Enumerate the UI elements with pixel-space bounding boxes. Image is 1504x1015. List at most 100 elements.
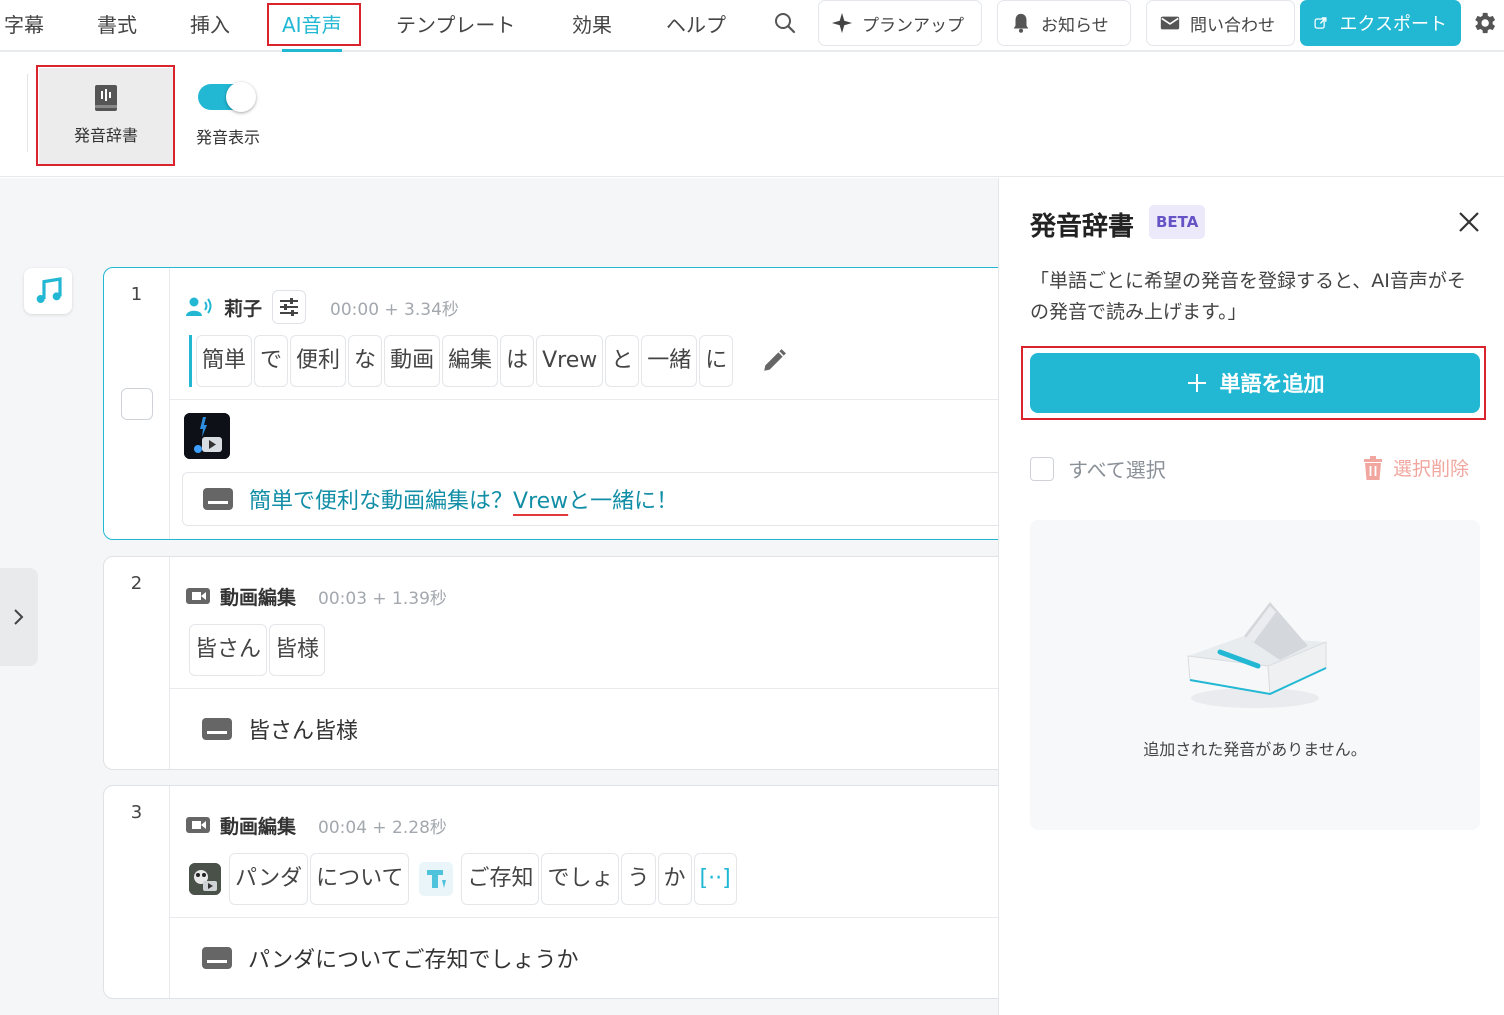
word-chips: 簡単 で 便利 な 動画 編集 は Vrew と 一緒 に <box>189 335 787 387</box>
toolbar-divider <box>27 74 28 152</box>
speaker-name[interactable]: 莉子 <box>224 294 262 321</box>
text-insert-icon[interactable] <box>419 862 454 896</box>
clip-header: 動画編集 00:03 + 1.39秒 <box>186 581 447 611</box>
clip-header: 莉子 00:00 + 3.34秒 <box>186 290 459 324</box>
menu-item-insert[interactable]: 挿入 <box>190 0 230 50</box>
close-icon[interactable] <box>1455 208 1483 236</box>
add-word-label: 単語を追加 <box>1219 372 1325 396</box>
clip-number: 2 <box>104 557 170 769</box>
empty-message: 追加された発音がありません。 <box>1143 740 1367 759</box>
export-label: エクスポート <box>1339 14 1447 35</box>
toolbar: 発音辞書 発音表示 <box>0 52 1504 177</box>
pronunciation-display-toggle[interactable]: 発音表示 <box>188 82 268 148</box>
subtitle-text[interactable]: 簡単で便利な動画編集は？Vrewと一緒に！ <box>249 483 678 515</box>
menu-item-help[interactable]: ヘルプ <box>666 0 726 50</box>
clip-timing: 00:04 + 2.28秒 <box>318 817 447 838</box>
sparkle-icon <box>831 12 853 34</box>
pronunciation-dictionary-label: 発音辞書 <box>73 126 138 145</box>
menu-item-subtitles[interactable]: 字幕 <box>4 0 44 50</box>
gear-icon[interactable] <box>1470 9 1498 41</box>
trash-icon <box>1364 455 1382 480</box>
panda-clip-thumbnail[interactable] <box>189 863 221 895</box>
clip-card-3[interactable]: 3 動画編集 00:04 + 2.28秒 パンダ について ご存知 でしょ う … <box>103 785 998 999</box>
notice-button[interactable]: お知らせ <box>997 0 1131 46</box>
word-chip[interactable]: 一緒 <box>641 335 698 387</box>
search-icon[interactable] <box>773 11 797 39</box>
plan-up-label: プランアップ <box>862 15 964 36</box>
clip-card-1[interactable]: 1 莉子 00:00 + 3.34秒 簡単 で 便利 な 動画 編集 は Vre… <box>103 267 998 540</box>
clip-editor: 1 莉子 00:00 + 3.34秒 簡単 で 便利 な 動画 編集 は Vre… <box>0 178 998 1015</box>
word-chip[interactable]: で <box>254 335 289 387</box>
select-all-checkbox[interactable] <box>1030 456 1054 481</box>
menu-item-template[interactable]: テンプレート <box>396 0 515 50</box>
subtitle-icon <box>202 718 232 740</box>
select-all-control[interactable]: すべて選択 <box>1030 454 1166 483</box>
word-chip[interactable]: と <box>605 335 640 387</box>
pencil-icon[interactable] <box>761 348 787 374</box>
open-book-icon <box>1187 602 1327 708</box>
subtitle-icon <box>202 947 232 969</box>
speaker-name[interactable]: 動画編集 <box>220 583 296 610</box>
word-chip[interactable]: は <box>500 335 535 387</box>
toggle-switch[interactable] <box>198 82 258 112</box>
word-chip[interactable]: う <box>621 853 656 905</box>
word-chips: パンダ について ご存知 でしょ う か [··] <box>189 853 737 905</box>
word-chip[interactable]: 皆様 <box>269 624 326 676</box>
plus-icon <box>1187 374 1206 392</box>
export-button[interactable]: エクスポート <box>1300 0 1461 46</box>
empty-state: 追加された発音がありません。 <box>1030 520 1480 830</box>
delete-selected-button[interactable]: 選択削除 <box>1361 454 1469 481</box>
select-all-label: すべて選択 <box>1068 458 1166 482</box>
video-camera-icon <box>186 817 210 833</box>
beta-badge: BETA <box>1149 205 1206 239</box>
mail-icon <box>1160 16 1180 30</box>
menu-item-ai-voice[interactable]: AI音声 <box>282 0 342 52</box>
menu-item-format[interactable]: 書式 <box>97 0 137 50</box>
subtitle-text[interactable]: パンダについてご存知でしょうか <box>248 942 578 974</box>
plan-up-button[interactable]: プランアップ <box>818 0 982 46</box>
video-thumbnail[interactable] <box>184 413 230 459</box>
sliders-icon <box>280 298 299 316</box>
word-chip[interactable]: な <box>348 335 383 387</box>
panel-title: 発音辞書 <box>1030 212 1135 242</box>
word-chip[interactable]: か <box>657 853 692 905</box>
word-chip[interactable]: 編集 <box>442 335 499 387</box>
export-icon <box>1314 17 1327 29</box>
word-chip[interactable]: Vrew <box>536 335 604 387</box>
word-chip[interactable]: でしょ <box>541 853 620 905</box>
menu-bar: 字幕 書式 挿入 AI音声 テンプレート 効果 ヘルプ プランアップ お知らせ … <box>0 0 1504 52</box>
word-chip[interactable]: について <box>310 853 410 905</box>
dictionary-book-icon <box>95 85 117 111</box>
pronunciation-dictionary-button[interactable]: 発音辞書 <box>39 68 173 164</box>
word-chip[interactable]: 動画 <box>384 335 441 387</box>
menu-item-effects[interactable]: 効果 <box>572 0 612 50</box>
ai-voice-speaker-icon <box>186 297 212 316</box>
contact-button[interactable]: 問い合わせ <box>1146 0 1295 46</box>
subtitle-row[interactable]: 簡単で便利な動画編集は？Vrewと一緒に！ <box>182 472 998 526</box>
word-chip[interactable]: パンダ <box>229 853 309 905</box>
speaker-name[interactable]: 動画編集 <box>220 812 296 839</box>
word-chip[interactable]: に <box>699 335 734 387</box>
side-panel-toggle[interactable] <box>0 568 38 666</box>
notice-label: お知らせ <box>1041 15 1109 36</box>
subtitle-text[interactable]: 皆さん皆様 <box>248 713 358 745</box>
subtitle-icon <box>203 488 233 510</box>
clip-card-2[interactable]: 2 動画編集 00:03 + 1.39秒 皆さん 皆様 皆さん皆様 <box>103 556 998 770</box>
word-chip[interactable]: 皆さん <box>189 624 268 676</box>
delete-selected-label: 選択削除 <box>1393 458 1470 480</box>
pronunciation-display-label: 発音表示 <box>195 128 260 147</box>
word-chip[interactable]: 簡単 <box>196 335 253 387</box>
clip-header: 動画編集 00:04 + 2.28秒 <box>186 810 447 840</box>
add-word-button[interactable]: 単語を追加 <box>1030 353 1480 413</box>
word-chip[interactable]: ご存知 <box>461 853 540 905</box>
word-chip[interactable]: 便利 <box>290 335 347 387</box>
pause-chip[interactable]: [··] <box>693 853 737 905</box>
voice-settings-button[interactable] <box>272 290 307 324</box>
clip-checkbox[interactable] <box>121 388 153 420</box>
music-note-icon[interactable] <box>24 268 72 314</box>
pronunciation-dictionary-panel: 発音辞書 BETA 「単語ごとに希望の発音を登録すると、AI音声がその発音で読み… <box>998 178 1504 1015</box>
subtitle-row[interactable]: 皆さん皆様 <box>182 702 998 756</box>
bell-icon <box>1013 13 1029 33</box>
subtitle-row[interactable]: パンダについてご存知でしょうか <box>182 931 998 985</box>
clip-number: 3 <box>104 786 170 998</box>
